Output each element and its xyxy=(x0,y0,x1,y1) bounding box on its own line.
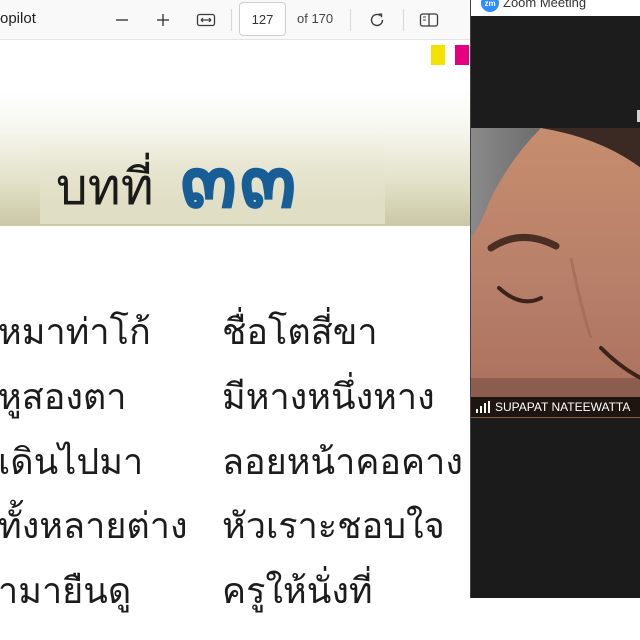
poem-line-right: หัวเราะชอบใจ xyxy=(222,506,445,547)
poem-line-left: ามายืนดู xyxy=(0,571,132,612)
plus-icon xyxy=(157,14,169,26)
participant-name: SUPAPAT NATEEWATTA xyxy=(495,400,631,414)
participant-name-bar: SUPAPAT NATEEWATTA xyxy=(471,397,640,417)
participant-video-frame xyxy=(471,128,640,418)
poem-line-right: ลอยหน้าคอคาง xyxy=(222,442,463,483)
minus-icon xyxy=(116,19,128,21)
desktop-strip xyxy=(470,598,640,640)
poem-line-left: ทั้งหลายต่าง xyxy=(0,506,188,547)
toolbar-title: opilot xyxy=(0,10,36,27)
two-page-view-icon xyxy=(419,13,439,27)
fit-width-icon xyxy=(196,13,216,27)
toolbar-divider xyxy=(403,9,404,31)
zoom-out-button[interactable] xyxy=(107,6,137,34)
zoom-empty-area xyxy=(471,418,640,598)
poem-line-left: หูสองตา xyxy=(0,377,127,418)
screen: opilot of 170 xyxy=(0,0,640,640)
pdf-toolbar: opilot of 170 xyxy=(0,0,470,40)
zoom-title-bar[interactable]: zm Zoom Meeting xyxy=(471,0,640,16)
participant-video[interactable] xyxy=(471,128,640,418)
zoom-window[interactable]: zm Zoom Meeting SUPAPAT NATEEWATTA xyxy=(470,0,640,598)
document-page: บทที่ ๓๓ หมาท่าโก้ หูสองตา เดินไปมา ทั้ง… xyxy=(0,41,470,640)
color-swatch-magenta xyxy=(455,45,469,65)
poem-line-right: ชื่อโตสี่ขา xyxy=(222,312,378,353)
page-total: of 170 xyxy=(297,11,334,26)
toolbar-divider xyxy=(350,9,351,31)
pdf-viewer: opilot of 170 xyxy=(0,0,470,640)
poem-line-right: มีหางหนึ่งหาง xyxy=(222,377,435,418)
poem-line-right: ครูให้นั่งที่ xyxy=(222,571,373,612)
chapter-label: บทที่ xyxy=(56,158,154,216)
page-number-input[interactable] xyxy=(239,2,286,36)
zoom-logo-icon: zm xyxy=(481,0,499,12)
fit-width-button[interactable] xyxy=(191,6,221,34)
poem-line-left: เดินไปมา xyxy=(0,442,144,483)
poem-line-left: หมาท่าโก้ xyxy=(0,312,151,353)
zoom-top-area xyxy=(471,16,640,128)
chapter-number: ๓๓ xyxy=(180,129,299,227)
color-swatch-yellow xyxy=(431,45,445,65)
page-view-button[interactable] xyxy=(414,6,444,34)
rotate-icon xyxy=(370,13,384,27)
zoom-in-button[interactable] xyxy=(148,6,178,34)
rotate-button[interactable] xyxy=(362,6,392,34)
zoom-window-title: Zoom Meeting xyxy=(503,0,587,10)
signal-strength-icon xyxy=(476,401,490,413)
toolbar-divider xyxy=(231,9,232,31)
